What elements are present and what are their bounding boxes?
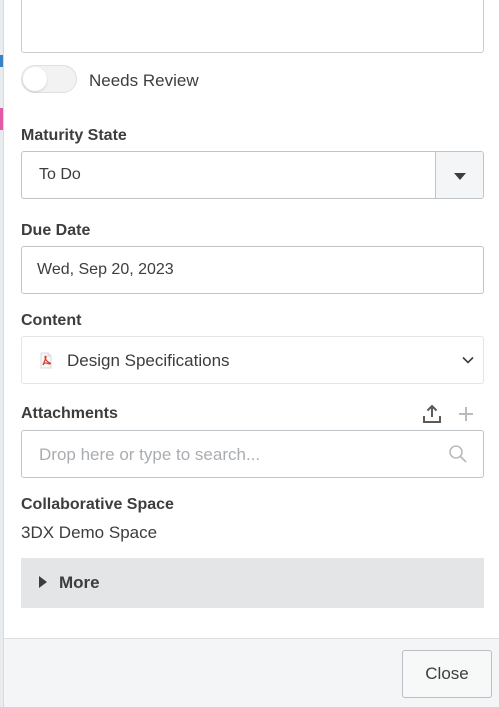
caret-down-icon — [454, 173, 466, 180]
pdf-file-icon — [40, 352, 52, 369]
search-icon — [449, 445, 467, 463]
maturity-state-dropdown-button[interactable] — [435, 152, 483, 198]
content-value: Design Specifications — [67, 351, 230, 370]
collaborative-space-value: 3DX Demo Space — [21, 523, 158, 542]
more-section-toggle[interactable]: More — [21, 558, 484, 608]
properties-panel: Needs Review Maturity State To Do Due Da… — [3, 0, 499, 707]
collaborative-space-label: Collaborative Space — [21, 496, 174, 513]
needs-review-toggle[interactable] — [21, 65, 77, 93]
close-button[interactable]: Close — [402, 650, 492, 698]
attachments-label: Attachments — [21, 405, 118, 422]
caret-right-icon — [39, 576, 47, 588]
due-date-label: Due Date — [21, 222, 91, 239]
chevron-down-icon — [462, 356, 474, 364]
more-label: More — [59, 573, 100, 592]
maturity-state-label: Maturity State — [21, 127, 127, 144]
due-date-value: Wed, Sep 20, 2023 — [37, 261, 174, 278]
plus-icon[interactable] — [456, 404, 476, 424]
panel-footer: Close — [4, 638, 499, 707]
attachments-placeholder: Drop here or type to search... — [39, 445, 261, 464]
attachments-search-input[interactable]: Drop here or type to search... — [21, 430, 484, 478]
due-date-input[interactable]: Wed, Sep 20, 2023 — [21, 246, 484, 294]
description-textarea[interactable] — [21, 0, 484, 53]
maturity-state-select[interactable]: To Do — [21, 151, 484, 199]
upload-icon[interactable] — [422, 404, 442, 424]
toggle-knob — [23, 67, 47, 91]
content-select[interactable]: Design Specifications — [21, 336, 484, 384]
task-properties-page: Needs Review Maturity State To Do Due Da… — [0, 0, 499, 707]
maturity-state-value: To Do — [39, 166, 81, 183]
needs-review-label: Needs Review — [89, 71, 199, 90]
content-label: Content — [21, 312, 82, 329]
